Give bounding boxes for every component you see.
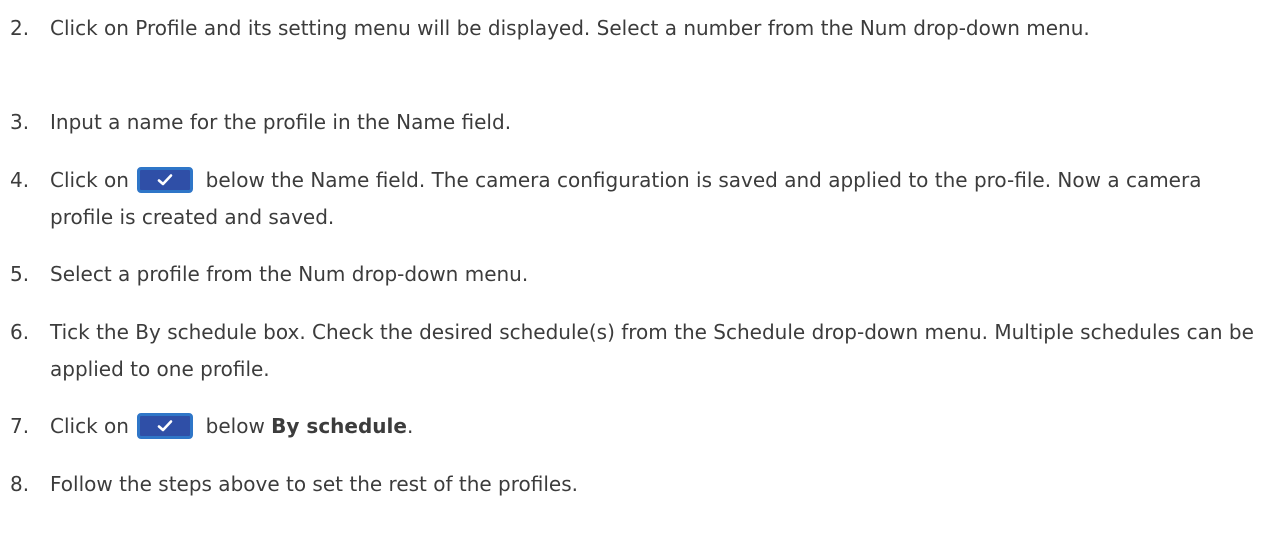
confirm-button: [137, 413, 194, 439]
step-number: 7.: [10, 414, 30, 438]
step-number: 3.: [10, 110, 30, 134]
checkmark-icon: [157, 420, 173, 432]
step-text: Click on Profile and its setting menu wi…: [50, 16, 1090, 40]
checkmark-icon: [157, 174, 173, 186]
step-7: 7. Click on below By schedule.: [10, 408, 1260, 445]
step-number: 6.: [10, 320, 30, 344]
step-5: 5. Select a profile from the Num drop-do…: [10, 256, 1260, 293]
step-number: 2.: [10, 16, 30, 40]
step-2: 2. Click on Profile and its setting menu…: [10, 10, 1260, 47]
step-text-before: Click on: [50, 168, 129, 192]
step-text-bold: By schedule: [271, 414, 407, 438]
step-text-after: .: [406, 414, 414, 438]
instruction-document: 2. Click on Profile and its setting menu…: [0, 0, 1271, 558]
step-text: Follow the steps above to set the rest o…: [50, 472, 579, 496]
step-text: Select a profile from the Num drop-down …: [50, 262, 529, 286]
step-text: Click on below By schedule.: [50, 408, 1260, 445]
step-text: Tick the By schedule box. Check the desi…: [50, 320, 1254, 381]
step-number: 5.: [10, 262, 30, 286]
confirm-button: [137, 167, 194, 193]
step-text-before: Click on: [50, 414, 129, 438]
step-number: 8.: [10, 472, 30, 496]
step-8: 8. Follow the steps above to set the res…: [10, 466, 1260, 503]
step-text-middle: below: [205, 414, 265, 438]
step-6: 6. Tick the By schedule box. Check the d…: [10, 314, 1260, 388]
step-4: 4. Click on below the Name field. The ca…: [10, 162, 1260, 236]
step-text: Click on below the Name field. The camer…: [50, 162, 1260, 236]
step-text-after: below the Name field. The camera configu…: [50, 168, 1202, 229]
step-3: 3. Input a name for the profile in the N…: [10, 104, 1260, 141]
step-number: 4.: [10, 168, 30, 192]
step-text: Input a name for the profile in the Name…: [50, 110, 512, 134]
